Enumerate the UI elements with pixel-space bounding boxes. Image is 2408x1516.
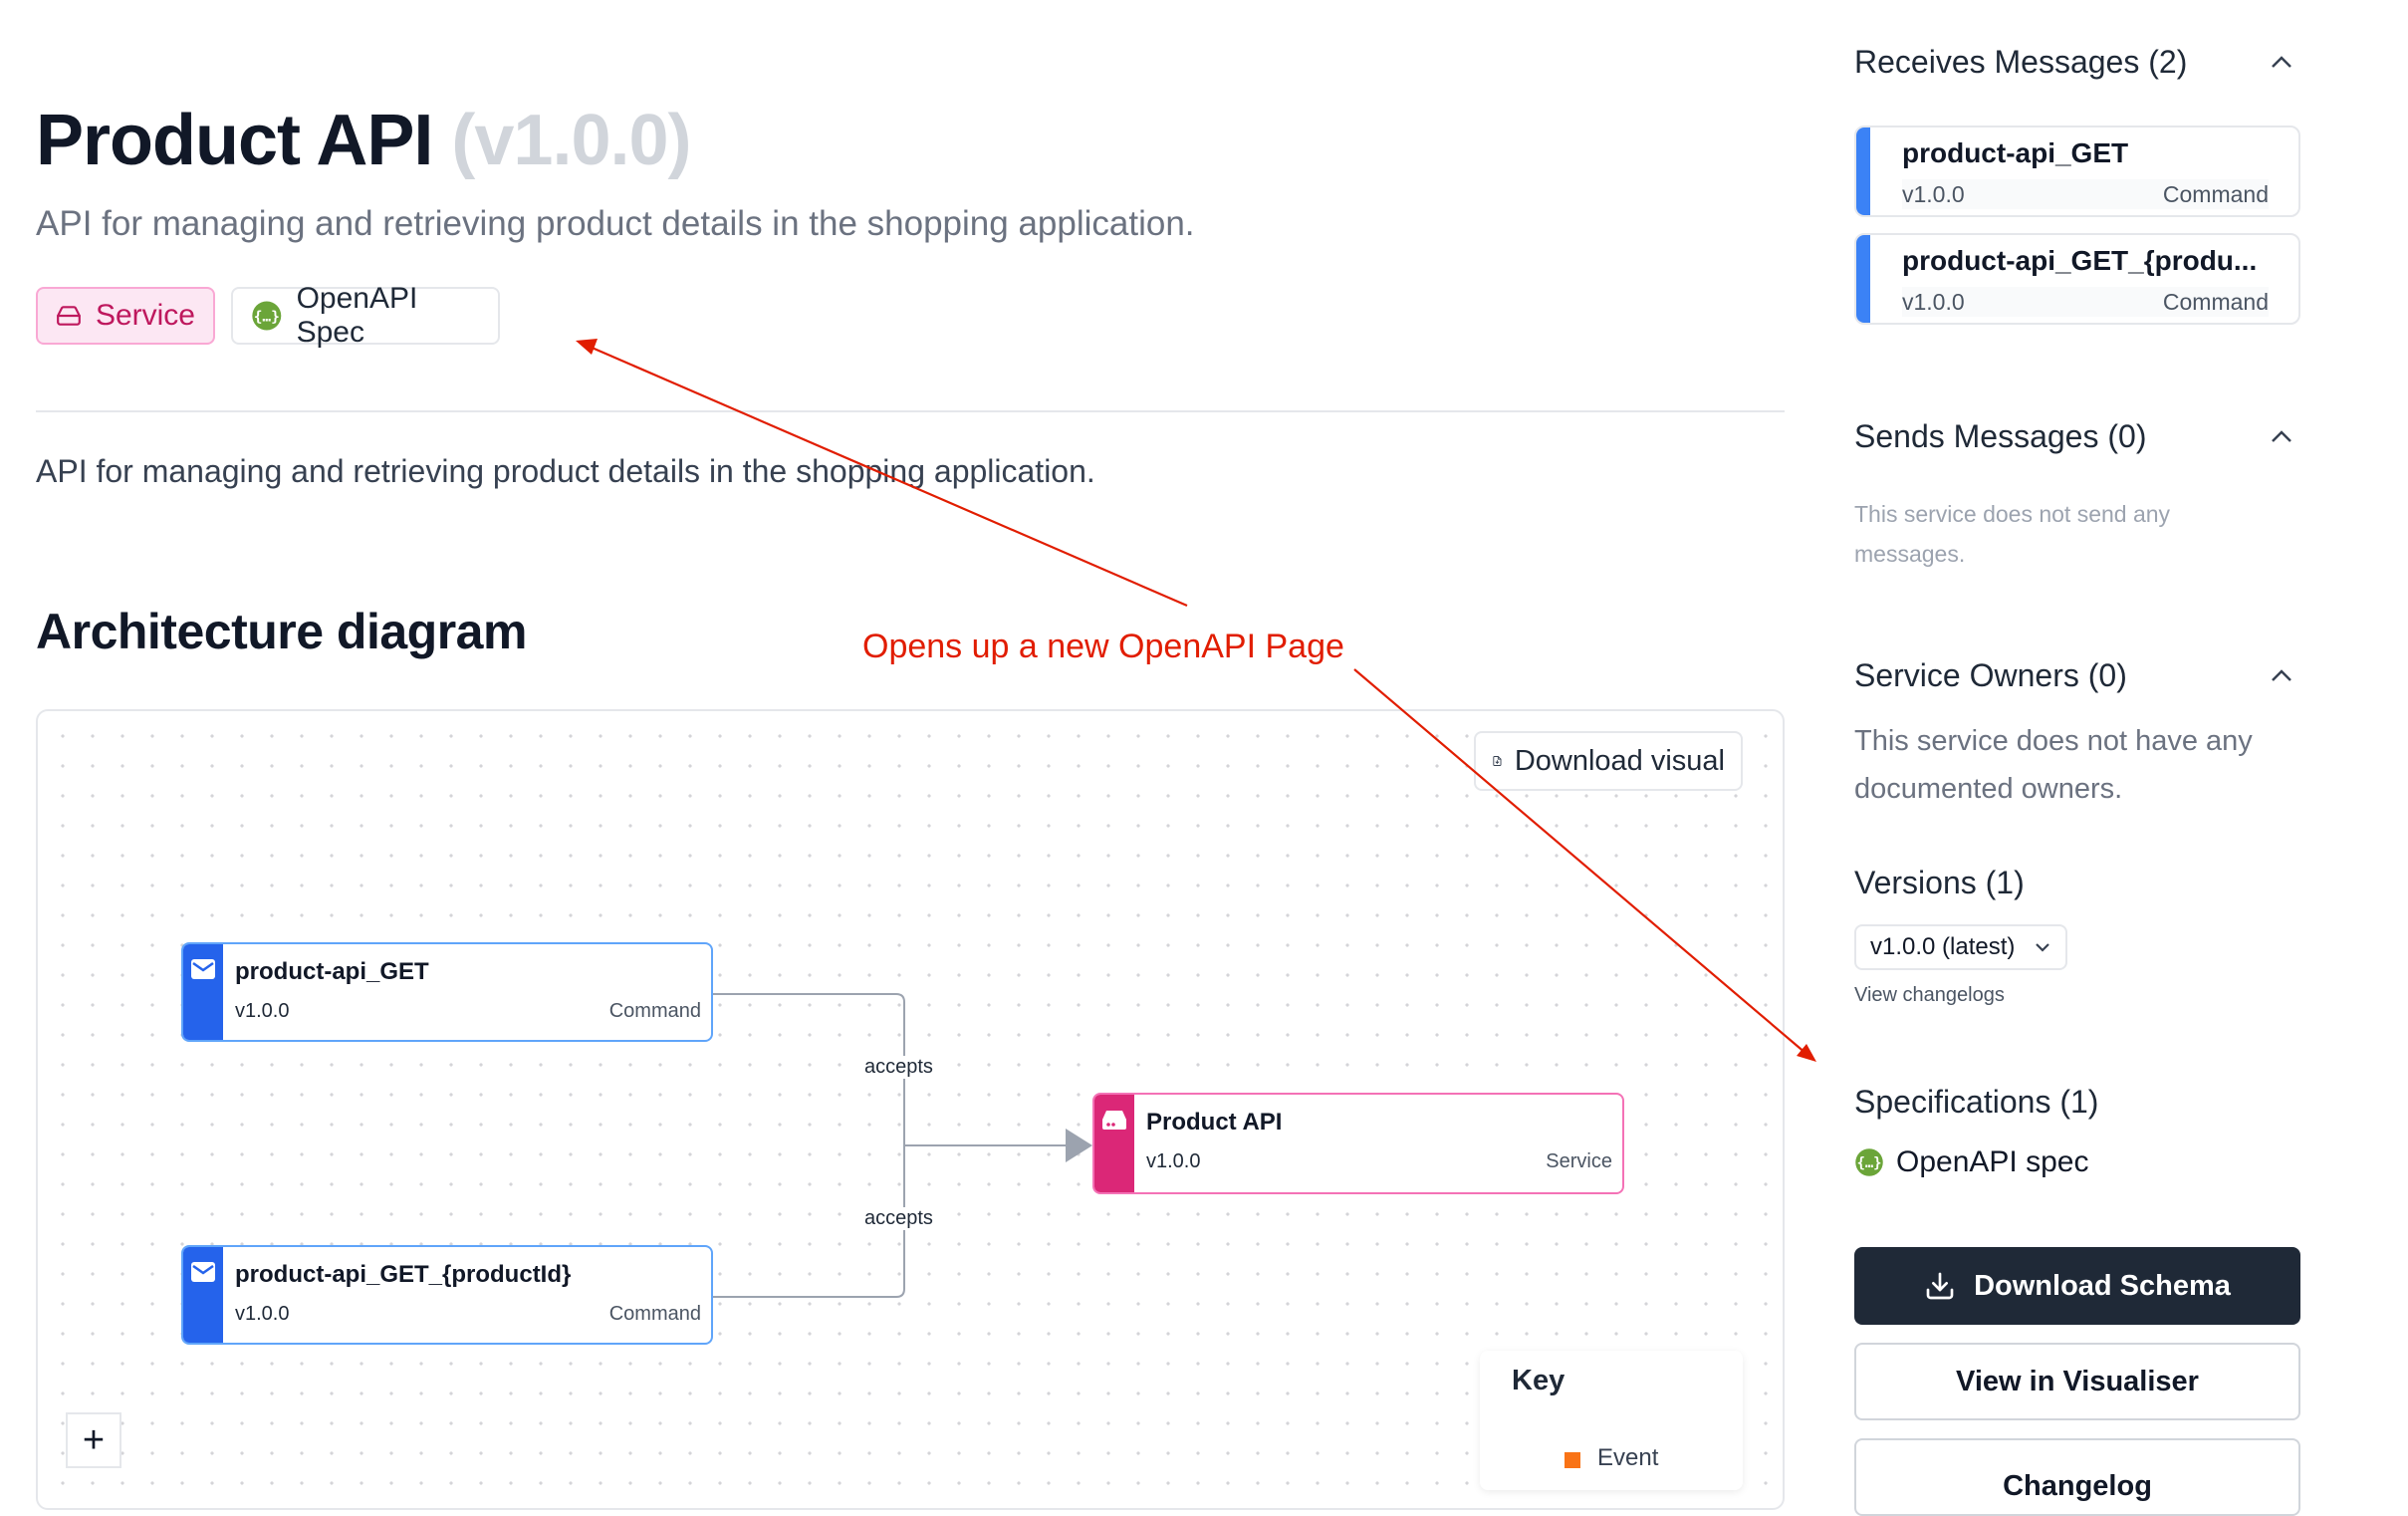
chevron-up-icon[interactable] — [2269, 52, 2294, 72]
message-version: v1.0.0 — [1902, 288, 1965, 315]
annotation-label: Opens up a new OpenAPI Page — [862, 628, 1344, 665]
annotation-arrow-to-badge — [589, 345, 1188, 608]
message-card-accent — [1856, 235, 1870, 323]
message-type: Command — [2162, 288, 2269, 315]
message-card-accent — [1856, 127, 1870, 215]
openapi-spec-label: OpenAPI spec — [1896, 1145, 2089, 1178]
message-card[interactable]: product-api_GET v1.0.0 Command — [1854, 126, 2300, 217]
service-owners-title[interactable]: Service Owners (0) — [1854, 657, 2127, 694]
message-type: Command — [2162, 180, 2269, 207]
download-schema-button[interactable]: Download Schema — [1854, 1247, 2300, 1325]
message-meta: v1.0.0 Command — [1902, 179, 2269, 209]
chevron-down-icon — [2036, 943, 2049, 952]
message-version: v1.0.0 — [1902, 180, 1965, 207]
message-card[interactable]: product-api_GET_{produ... v1.0.0 Command — [1854, 233, 2300, 325]
download-schema-label: Download Schema — [1974, 1269, 2231, 1302]
view-in-visualiser-button[interactable]: View in Visualiser — [1854, 1343, 2300, 1420]
service-owners-empty: This service does not have any documente… — [1854, 725, 2253, 805]
svg-text:{…}: {…} — [1857, 1155, 1882, 1171]
sends-messages-title[interactable]: Sends Messages (0) — [1854, 418, 2146, 455]
chevron-up-icon[interactable] — [2269, 426, 2294, 446]
annotation-arrow-to-spec — [1353, 668, 1807, 1055]
version-select-value: v1.0.0 (latest) — [1870, 933, 2016, 960]
view-changelogs-link[interactable]: View changelogs — [1854, 984, 2005, 1007]
versions-title: Versions (1) — [1854, 865, 2025, 900]
changelog-button[interactable]: Changelog — [1854, 1438, 2300, 1516]
message-name: product-api_GET_{produ... — [1902, 245, 2258, 276]
message-name: product-api_GET — [1902, 137, 2129, 168]
download-icon — [1926, 1272, 1954, 1300]
sends-messages-empty: This service does not send any messages. — [1854, 501, 2171, 567]
openapi-icon: {…} — [1855, 1148, 1883, 1176]
version-select[interactable]: v1.0.0 (latest) — [1854, 924, 2067, 970]
openapi-spec-link[interactable]: {…} OpenAPI spec — [1854, 1145, 2088, 1179]
message-meta: v1.0.0 Command — [1902, 287, 2269, 317]
receives-messages-title[interactable]: Receives Messages (2) — [1854, 44, 2187, 81]
annotation-arrowhead — [576, 339, 598, 355]
chevron-up-icon[interactable] — [2269, 665, 2294, 685]
specifications-title: Specifications (1) — [1854, 1084, 2099, 1120]
